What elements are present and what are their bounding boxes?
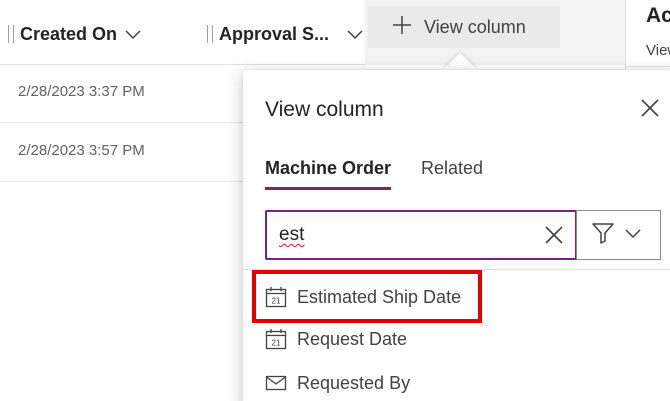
side-panel-title: Ac xyxy=(646,4,670,27)
column-header-created-on[interactable]: Created On xyxy=(8,18,141,50)
popover-title: View column xyxy=(265,98,384,121)
search-input-value: est xyxy=(279,224,305,245)
list-item-label: Estimated Ship Date xyxy=(297,286,462,307)
tab-machine-order[interactable]: Machine Order xyxy=(265,158,392,190)
mail-icon xyxy=(265,374,287,392)
list-item-request-date[interactable]: 21 Request Date xyxy=(265,324,407,354)
list-item-estimated-ship-date[interactable]: 21 Estimated Ship Date xyxy=(265,282,461,312)
column-header-approval-status[interactable]: Approval S... xyxy=(207,18,363,50)
view-column-button[interactable]: View column xyxy=(368,6,560,48)
view-column-label: View column xyxy=(424,16,526,37)
chevron-down-icon xyxy=(625,226,641,244)
divider xyxy=(243,269,670,270)
created-on-cell: 2/28/2023 3:37 PM xyxy=(18,83,145,100)
search-input[interactable]: est xyxy=(265,210,577,260)
chevron-down-icon xyxy=(347,24,363,45)
column-resize-grip[interactable] xyxy=(8,25,14,43)
list-item-label: Requested By xyxy=(297,372,411,393)
created-on-cell: 2/28/2023 3:57 PM xyxy=(18,142,145,159)
calendar-icon: 21 xyxy=(265,328,287,350)
side-panel-subtitle[interactable]: View xyxy=(646,42,670,59)
column-header-label: Created On xyxy=(20,23,118,44)
list-item-label: Request Date xyxy=(297,328,408,349)
list-item-requested-by[interactable]: Requested By xyxy=(265,368,410,398)
calendar-icon: 21 xyxy=(265,286,287,308)
view-column-popover: View column Machine Order Related est 21… xyxy=(243,70,670,401)
chevron-down-icon xyxy=(125,24,141,45)
filter-icon xyxy=(591,222,615,249)
filter-button[interactable] xyxy=(576,210,661,260)
plus-icon xyxy=(392,15,412,40)
calendar-icon-text: 21 xyxy=(272,339,281,348)
close-icon[interactable] xyxy=(638,96,662,120)
grid-header: Created On Approval S... xyxy=(0,0,365,65)
column-header-label: Approval S... xyxy=(219,23,330,44)
clear-icon[interactable] xyxy=(543,224,567,248)
column-resize-grip[interactable] xyxy=(207,25,213,43)
tab-related[interactable]: Related xyxy=(421,158,483,187)
divider xyxy=(626,66,670,67)
calendar-icon-text: 21 xyxy=(272,297,281,306)
